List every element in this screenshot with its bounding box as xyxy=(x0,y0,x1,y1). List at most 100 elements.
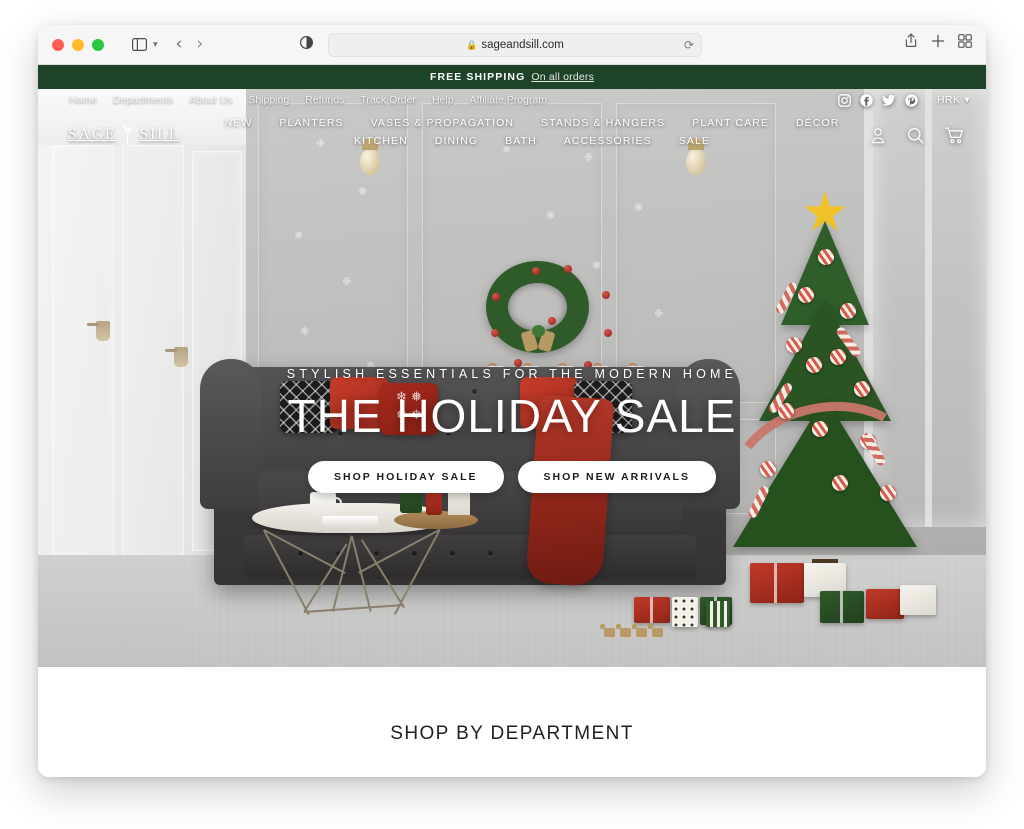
tree-ornament xyxy=(840,303,856,319)
gift-box xyxy=(634,597,670,623)
reload-icon[interactable]: ⟳ xyxy=(684,38,694,52)
window-controls[interactable] xyxy=(52,38,104,51)
pinterest-icon[interactable] xyxy=(905,93,918,107)
search-icon[interactable] xyxy=(907,127,924,149)
twitter-icon[interactable] xyxy=(881,94,896,107)
instagram-icon[interactable] xyxy=(838,93,851,107)
wreath-bow xyxy=(519,325,556,357)
nav-item-accessories[interactable]: ACCESSORIES xyxy=(564,135,652,147)
reindeer-figurine xyxy=(616,624,631,637)
snowflake-decor: ❅ xyxy=(592,259,602,272)
account-icon[interactable] xyxy=(870,127,886,149)
snowflake-decor: ❋ xyxy=(546,209,556,222)
gift-box xyxy=(866,589,904,619)
hero-copy: STYLISH ESSENTIALS FOR THE MODERN HOME T… xyxy=(38,367,986,493)
snowflake-decor: ❋ xyxy=(634,201,644,214)
nav-item-new[interactable]: NEW xyxy=(225,117,253,129)
navigation-arrows[interactable]: ‹ › xyxy=(176,36,204,53)
coffee-table-base xyxy=(260,525,444,615)
nav-item-dining[interactable]: DINING xyxy=(435,135,478,147)
sprig-icon xyxy=(120,123,135,147)
shop-holiday-sale-button[interactable]: SHOP HOLIDAY SALE xyxy=(308,461,504,493)
nav-item-decor[interactable]: DÉCOR xyxy=(796,117,839,129)
announcement-text: FREE SHIPPING xyxy=(429,71,526,83)
back-button[interactable]: ‹ xyxy=(176,36,183,53)
nav-item-kitchen[interactable]: KITCHEN xyxy=(354,135,408,147)
nav-item-planters[interactable]: PLANTERS xyxy=(279,117,343,129)
toolbar-right-actions[interactable] xyxy=(904,33,972,53)
utility-nav-right: HRK ▾ xyxy=(838,89,970,111)
wreath-berry xyxy=(564,265,572,273)
utility-link-affiliate-program[interactable]: Affiliate Program xyxy=(470,94,547,106)
holiday-wreath xyxy=(486,261,612,369)
facebook-icon[interactable] xyxy=(860,93,873,107)
reindeer-figurine xyxy=(648,624,663,637)
webpage-content: FREE SHIPPING On all orders ❉ ❋ ❅ ❉ ❋ ❅ … xyxy=(38,65,986,777)
share-icon[interactable] xyxy=(904,33,918,53)
tree-ornament xyxy=(818,249,834,265)
nav-item-stands-hangers[interactable]: STANDS & HANGERS xyxy=(541,117,665,129)
tree-ornament xyxy=(830,349,846,365)
utility-link-shipping[interactable]: Shipping xyxy=(248,94,289,106)
nav-item-sale[interactable]: SALE xyxy=(679,135,710,147)
gift-box xyxy=(672,597,698,627)
shop-new-arrivals-button[interactable]: SHOP NEW ARRIVALS xyxy=(517,461,716,493)
forward-button[interactable]: › xyxy=(196,36,203,53)
nav-item-plant-care[interactable]: PLANT CARE xyxy=(692,117,769,129)
reader-mode-icon[interactable] xyxy=(299,35,314,54)
url-text: sageandsill.com xyxy=(481,39,564,51)
shop-by-department-section: SHOP BY DEPARTMENT xyxy=(38,667,986,777)
close-window-button[interactable] xyxy=(52,38,64,51)
gift-box xyxy=(900,585,936,615)
reindeer-figurine xyxy=(600,624,615,637)
utility-link-refunds[interactable]: Refunds xyxy=(305,94,344,106)
section-heading: SHOP BY DEPARTMENT xyxy=(390,723,634,744)
hero-buttons: SHOP HOLIDAY SALE SHOP NEW ARRIVALS xyxy=(38,461,986,493)
utility-link-help[interactable]: Help xyxy=(432,94,454,106)
gift-box xyxy=(820,591,864,623)
hallway-panel xyxy=(52,145,114,557)
wall-sconce xyxy=(87,321,110,341)
cart-icon[interactable] xyxy=(945,127,964,149)
utility-nav-links: Home Departments About Us Shipping Refun… xyxy=(69,94,547,106)
tab-overview-icon[interactable] xyxy=(958,33,972,53)
sidebar-icon[interactable] xyxy=(126,33,152,57)
brand-row: SAGE SILL NEW PLANTERS VASES & PROPAGATI… xyxy=(38,111,986,175)
utility-link-about-us[interactable]: About Us xyxy=(189,94,232,106)
minimize-window-button[interactable] xyxy=(72,38,84,51)
chevron-down-icon: ▾ xyxy=(964,94,970,106)
wall-sconce xyxy=(165,347,188,367)
address-bar[interactable]: 🔒 sageandsill.com ⟳ xyxy=(328,33,702,57)
nav-item-bath[interactable]: BATH xyxy=(505,135,537,147)
tree-ornament xyxy=(798,287,814,303)
hero-banner: ❉ ❋ ❅ ❉ ❋ ❅ ❉ ❋ ❅ ❉ ❅ ❋ ❄ ❅ ❅ ❄ Home Dep… xyxy=(38,89,986,667)
browser-window: ▾ ‹ › 🔒 sageandsill.com ⟳ FREE SHIPPING … xyxy=(38,25,986,777)
nav-item-vases-propagation[interactable]: VASES & PROPAGATION xyxy=(371,117,514,129)
wreath-berry xyxy=(602,291,610,299)
main-navigation: NEW PLANTERS VASES & PROPAGATION STANDS … xyxy=(198,117,866,147)
reindeer-figurine xyxy=(632,624,647,637)
utility-link-departments[interactable]: Departments xyxy=(113,94,173,106)
stacked-books xyxy=(322,516,378,527)
hero-title: THE HOLIDAY SALE xyxy=(287,390,737,442)
wreath-berry xyxy=(491,329,499,337)
site-logo[interactable]: SAGE SILL xyxy=(68,123,180,147)
wreath-berry xyxy=(604,329,612,337)
logo-text-left: SAGE xyxy=(68,126,117,143)
plus-icon[interactable] xyxy=(931,34,945,53)
site-header: Home Departments About Us Shipping Refun… xyxy=(38,89,986,175)
gift-box xyxy=(706,601,730,627)
header-actions xyxy=(870,127,964,149)
snowflake-decor: ❉ xyxy=(342,275,352,288)
chevron-down-icon[interactable]: ▾ xyxy=(153,39,158,50)
snowflake-decor: ❉ xyxy=(654,307,664,320)
maximize-window-button[interactable] xyxy=(92,38,104,51)
snowflake-decor: ❋ xyxy=(358,185,368,198)
utility-link-track-order[interactable]: Track Order xyxy=(360,94,416,106)
wreath-berry xyxy=(532,267,540,275)
currency-selector[interactable]: HRK ▾ xyxy=(937,94,970,106)
deer-mug xyxy=(310,492,342,515)
announcement-link[interactable]: On all orders xyxy=(531,71,594,83)
utility-link-home[interactable]: Home xyxy=(69,94,97,106)
snowflake-decor: ❅ xyxy=(294,229,304,242)
